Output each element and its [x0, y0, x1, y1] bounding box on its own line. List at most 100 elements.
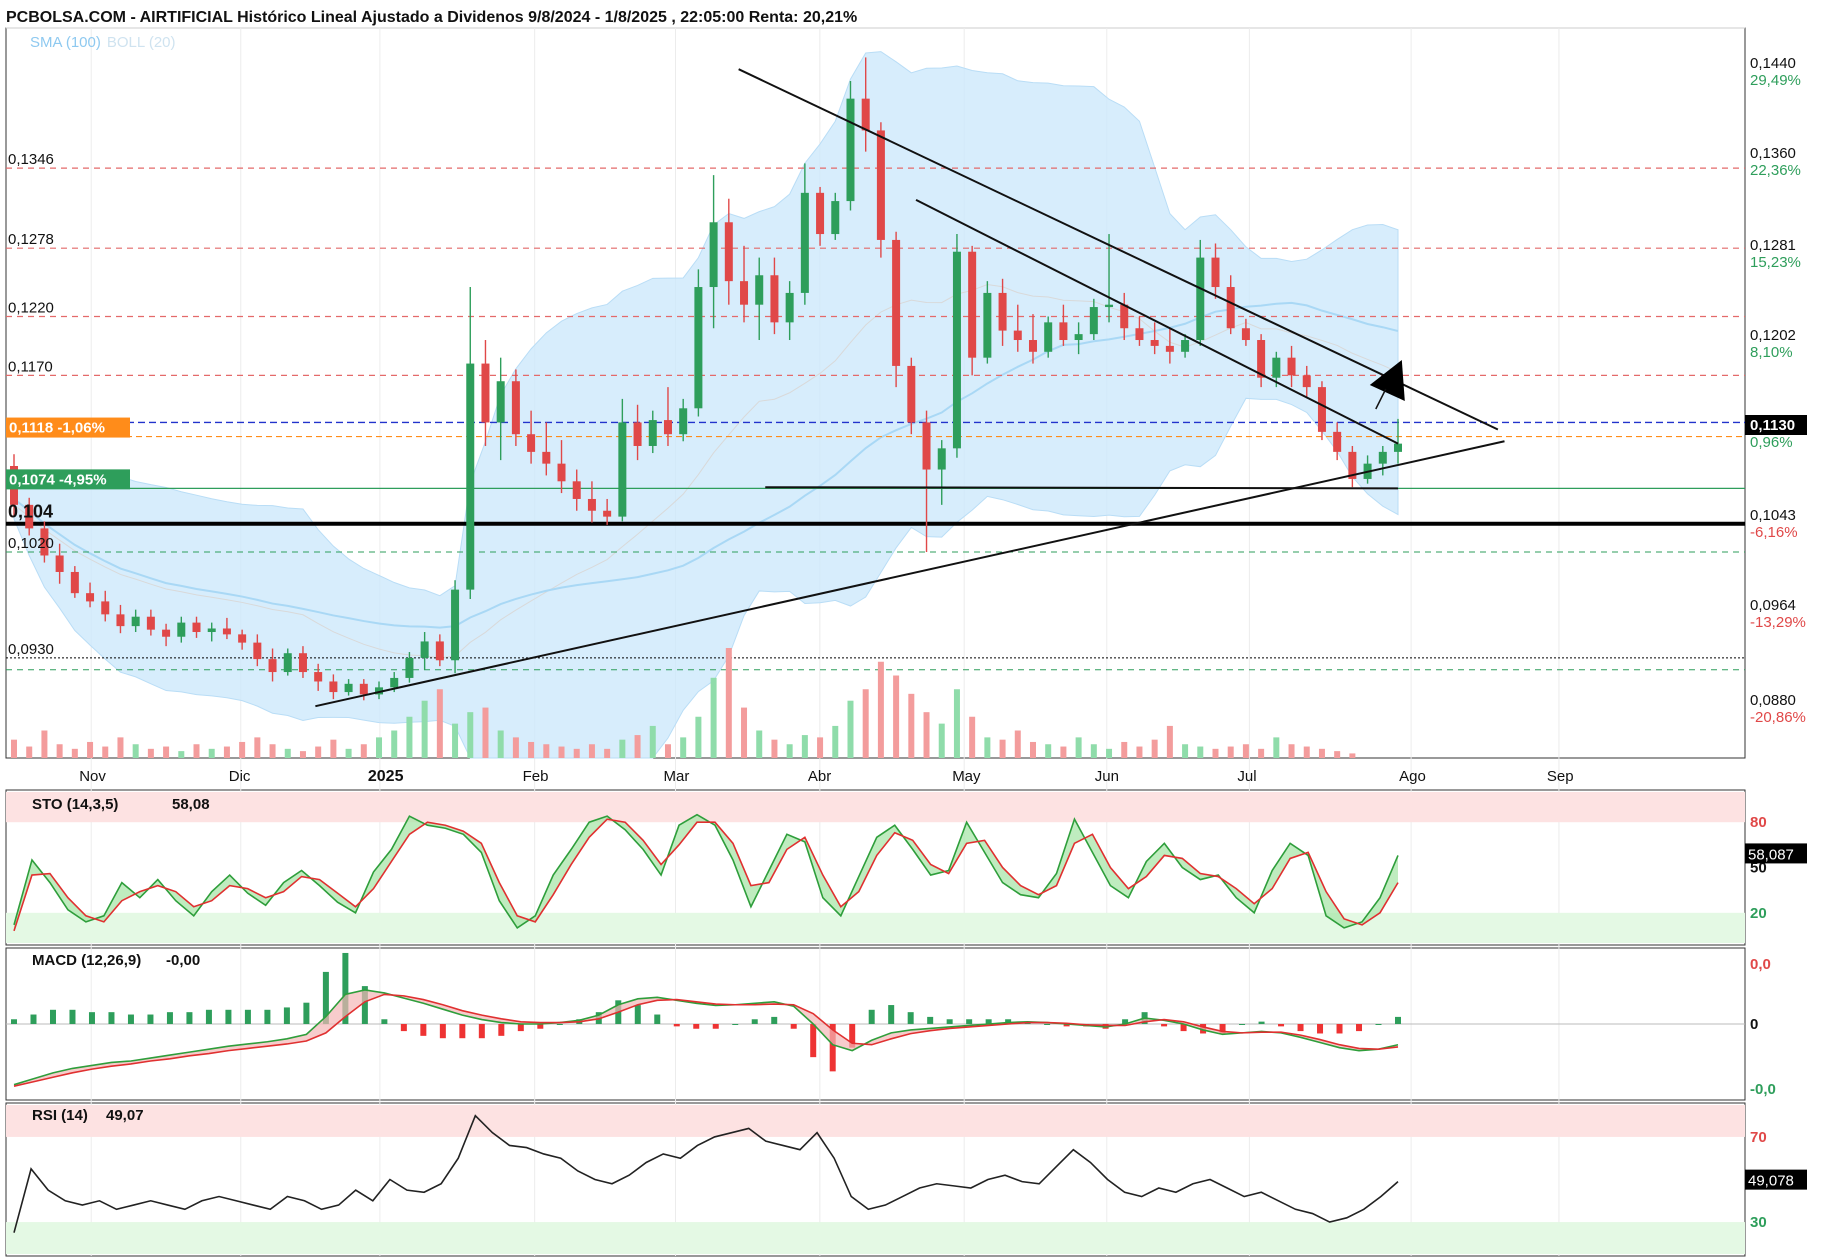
axis-percent: 29,49%	[1750, 72, 1801, 89]
candle-body	[572, 481, 581, 499]
candle-body	[1287, 357, 1296, 376]
volume-bar	[832, 725, 839, 758]
volume-bar	[482, 707, 489, 758]
volume-bar	[132, 744, 139, 758]
volume-bar	[1060, 746, 1067, 758]
volume-bar	[938, 723, 945, 758]
candle-body	[131, 616, 140, 627]
macd-hist-bar	[1336, 1024, 1343, 1034]
macd-hist-bar	[1239, 1024, 1246, 1025]
candle-body	[892, 239, 901, 366]
macd-hist-bar	[556, 1024, 563, 1025]
volume-bar	[741, 707, 748, 758]
volume-bar	[436, 689, 443, 758]
sto-tick: 20	[1750, 905, 1767, 922]
volume-bar	[771, 739, 778, 758]
macd-hist-bar	[186, 1012, 193, 1024]
candle-body	[283, 653, 292, 673]
candle-body	[344, 683, 353, 693]
macd-hist-bar	[1258, 1021, 1265, 1024]
candle-body	[238, 634, 247, 643]
volume-bar	[26, 746, 33, 758]
macd-hist-bar	[478, 1024, 485, 1039]
sto-oversold-zone	[6, 912, 1745, 943]
volume-bar	[1349, 753, 1356, 758]
macd-hist-bar	[810, 1024, 817, 1058]
macd-hist-bar	[693, 1024, 700, 1029]
axis-value: 0,0880	[1750, 692, 1796, 709]
volume-bar	[1242, 744, 1249, 758]
axis-percent: -6,16%	[1750, 524, 1798, 541]
volume-bar	[877, 661, 884, 758]
candle-body	[1165, 345, 1174, 352]
month-label: Jun	[1095, 768, 1119, 785]
level-label: 0,1020	[8, 535, 54, 552]
candle-body	[648, 420, 657, 446]
axis-value: 0,1202	[1750, 327, 1796, 344]
volume-bar	[391, 730, 398, 758]
volume-bar	[360, 744, 367, 758]
volume-bar	[1075, 737, 1082, 758]
volume-bar	[558, 746, 565, 758]
volume-bar	[56, 744, 63, 758]
candle-body	[1074, 334, 1083, 341]
candle-body	[1120, 304, 1129, 329]
macd-hist-bar	[1317, 1024, 1324, 1034]
candle-body	[1044, 322, 1053, 352]
volume-bar	[573, 748, 580, 758]
macd-hist-bar	[654, 1014, 661, 1024]
axis-value: 0,1360	[1750, 145, 1796, 162]
macd-hist-bar	[888, 1005, 895, 1024]
volume-bar	[604, 748, 611, 758]
volume-bar	[847, 700, 854, 758]
volume-bar	[497, 730, 504, 758]
macd-hist-bar	[30, 1014, 37, 1024]
price-right-axis: 0,144029,49% 0,136022,36% 0,128115,23% 0,12…	[1745, 55, 1807, 726]
volume-bar	[543, 744, 550, 758]
volume-bar	[1014, 730, 1021, 758]
month-axis: Nov Dic 2025 Feb Mar Abr May Jun Jul Ago Sep	[79, 768, 1573, 785]
sto-current: 58,08	[172, 796, 210, 813]
month-label: Mar	[664, 768, 690, 785]
macd-hist-bar	[1395, 1016, 1401, 1024]
candle-body	[1196, 257, 1205, 341]
volume-bar	[817, 737, 824, 758]
macd-tick: 0,0	[1750, 956, 1771, 973]
candle-body	[679, 408, 688, 435]
candle-body	[177, 622, 186, 637]
volume-bar	[969, 716, 976, 758]
candle-body	[207, 628, 216, 633]
volume-bar	[1045, 744, 1052, 758]
volume-bar	[893, 675, 900, 758]
volume-bar	[254, 737, 261, 758]
volume-bar	[725, 648, 732, 758]
month-label: 2025	[368, 768, 404, 785]
level-label: 0,1278	[8, 231, 54, 248]
macd-hist-bar	[205, 1009, 212, 1024]
candle-body	[998, 292, 1007, 331]
sma-legend: SMA (100) BOLL (20)	[30, 34, 176, 51]
macd-hist-bar	[868, 1009, 875, 1024]
candle-body	[511, 381, 520, 435]
macd-hist-bar	[439, 1024, 446, 1039]
macd-hist-bar	[459, 1024, 466, 1039]
rsi-overbought-zone	[6, 1105, 1745, 1137]
candle-body	[420, 641, 429, 658]
candle-body	[101, 601, 110, 615]
volume-bar	[239, 741, 246, 758]
stochastic-panel: STO (14,3,5) 58,0880502058,087	[6, 792, 1807, 943]
candle-body	[663, 420, 672, 435]
volume-bar	[619, 739, 626, 758]
bollinger-band	[13, 51, 1399, 759]
macd-signal-line	[13, 993, 1399, 1087]
candle-body	[405, 657, 414, 678]
candle-body	[86, 593, 95, 602]
candle-body	[1105, 304, 1114, 308]
volume-bar	[664, 744, 671, 758]
candle-body	[55, 555, 64, 572]
candle-body	[861, 98, 870, 131]
macd-hist-bar	[946, 1019, 953, 1024]
macd-hist-bar	[88, 1012, 95, 1024]
volume-bar	[1212, 748, 1219, 758]
macd-hist-bar	[166, 1012, 173, 1024]
